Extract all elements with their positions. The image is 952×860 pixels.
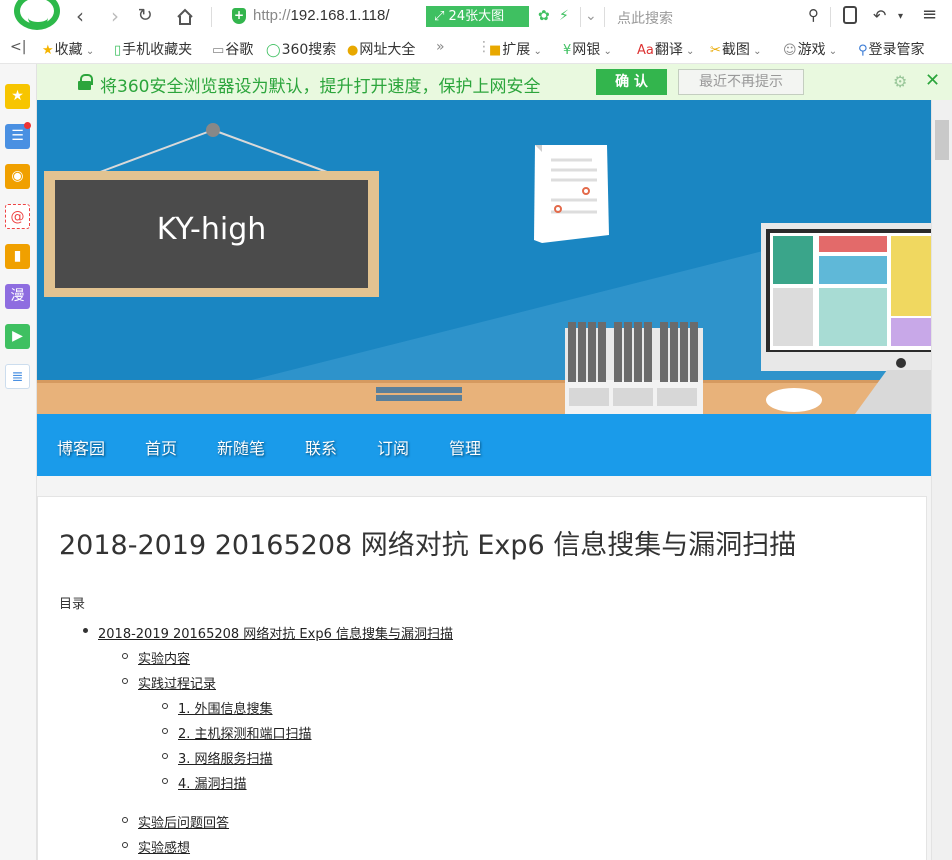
gamepad-icon: ☺ [783,43,797,58]
lock-icon [78,74,93,90]
bullet [162,753,168,759]
bookmarks-bar: <| ★收藏 ⌄ ▯手机收藏夹 ▭谷歌 ◯360搜索 ●网址大全 » ⋮ ■扩展… [0,34,952,64]
speed-mode-icon[interactable]: ✿ [538,8,550,24]
toc-link-step1[interactable]: 1. 外围信息搜集 [178,698,273,717]
scrollbar-thumb[interactable] [935,120,949,160]
chevron-down-icon[interactable]: ⌄ [585,8,597,24]
nav-contact[interactable]: 联系 [305,435,337,459]
back-icon[interactable]: ‹ [68,5,92,29]
left-sidebar: ★ ☰ ◉ @ ▮ 漫 ▶ ≣ [0,64,37,860]
yuan-icon: ¥ [563,43,572,58]
so-icon: ◯ [266,43,281,58]
dont-remind-button[interactable]: 最近不再提示 [678,69,804,95]
bullet [122,817,128,823]
favorites-star-icon[interactable]: ★ [5,84,30,109]
sidebar-toggle-icon[interactable]: <| [10,39,26,55]
toc-label: 目录 [59,597,86,612]
close-icon[interactable]: ✕ [925,70,940,91]
email-icon[interactable]: @ [5,204,30,229]
toc-link-main[interactable]: 2018-2019 20165208 网络对抗 Exp6 信息搜集与漏洞扫描 [98,623,453,642]
web-page: KY-high 博客园 首页 新随笔 联系 订阅 管理 2018-2019 20… [37,100,931,860]
post-card: 2018-2019 20165208 网络对抗 Exp6 信息搜集与漏洞扫描 目… [37,496,927,860]
bullet [162,703,168,709]
toc-link-step2[interactable]: 2. 主机探测和端口扫描 [178,723,312,742]
bookmark-google[interactable]: ▭谷歌 [212,39,253,59]
toc-link-qa[interactable]: 实验后问题回答 [138,812,229,831]
translate-icon: Aa [637,43,654,58]
extensions-menu[interactable]: ■扩展 ⌄ [489,39,542,59]
bullet [122,653,128,659]
comic-icon[interactable]: 漫 [5,284,30,309]
page-icon: ▭ [212,43,225,58]
toc-link-step4[interactable]: 4. 漏洞扫描 [178,773,247,792]
refresh-icon[interactable]: ↻ [133,5,157,29]
weibo-icon[interactable]: ◉ [5,164,30,189]
blog-navigation: 博客园 首页 新随笔 联系 订阅 管理 [37,414,931,476]
screenshot-menu[interactable]: ✂截图 ⌄ [710,39,761,59]
toc-link-thoughts[interactable]: 实验感想 [138,837,190,856]
bullet [122,678,128,684]
star-icon: ★ [42,43,54,58]
blog-banner: KY-high [37,100,931,414]
page-scrollbar[interactable] [931,100,952,860]
bookmark-mobile-favorites[interactable]: ▯手机收藏夹 [114,39,192,59]
more-bookmarks-icon[interactable]: » [436,39,445,55]
login-manager[interactable]: ⚲登录管家 [858,39,925,59]
post-title: 2018-2019 20165208 网络对抗 Exp6 信息搜集与漏洞扫描 [59,530,797,561]
forward-icon[interactable]: › [103,5,127,29]
bullet [122,842,128,848]
games-menu[interactable]: ☺游戏 ⌄ [783,39,837,59]
undo-dropdown-icon[interactable]: ▾ [898,11,903,22]
address-bar[interactable]: http://192.168.1.118/ [253,7,390,24]
bookmark-hao360[interactable]: ●网址大全 [347,39,415,59]
nav-new-post[interactable]: 新随笔 [217,435,265,459]
translate-menu[interactable]: Aa翻译 ⌄ [637,39,694,59]
lightning-icon[interactable]: ⚡ [559,8,569,24]
search-person-icon: ⚲ [858,43,868,58]
search-icon[interactable]: ⚲ [808,6,819,24]
scissors-icon: ✂ [710,43,721,58]
toc-link-step3[interactable]: 3. 网络服务扫描 [178,748,273,767]
nav-manage[interactable]: 管理 [449,435,481,459]
security-shield-icon[interactable]: + [232,8,246,24]
video-icon[interactable]: ▶ [5,324,30,349]
mobile-icon[interactable] [843,6,857,28]
bookmark-360search[interactable]: ◯360搜索 [266,39,336,59]
search-input[interactable]: 点此搜索 [617,8,673,28]
toc-link-content[interactable]: 实验内容 [138,648,190,667]
home-icon[interactable] [173,5,197,29]
bank-menu[interactable]: ¥网银 ⌄ [563,39,612,59]
undo-icon[interactable]: ↶ [873,6,886,25]
bookmark-favorites[interactable]: ★收藏 ⌄ [42,39,94,59]
hao-icon: ● [347,43,359,58]
bullet [83,628,88,633]
bullet [162,728,168,734]
menu-icon[interactable]: ≡ [922,4,937,25]
toc-link-process[interactable]: 实践过程记录 [138,673,216,692]
gear-icon[interactable]: ⚙ [893,72,907,91]
notice-text: 将360安全浏览器设为默认，提升打开速度，保护上网安全 [100,77,541,97]
nav-blog-home[interactable]: 博客园 [57,435,105,459]
default-browser-notice: 将360安全浏览器设为默认，提升打开速度，保护上网安全 确 认 最近不再提示 ⚙… [37,64,952,100]
browser-toolbar: ‹ › ↻ + http://192.168.1.118/ ⤢ 24张大图 ✿ … [0,0,952,34]
book-icon[interactable]: ▮ [5,244,30,269]
big-image-button[interactable]: ⤢ 24张大图 [426,6,529,27]
document-icon[interactable]: ≣ [5,364,30,389]
notification-dot [24,122,31,129]
nav-subscribe[interactable]: 订阅 [377,435,409,459]
chalkboard-title: KY-high [156,212,267,247]
phone-icon: ▯ [114,43,122,58]
nav-home[interactable]: 首页 [145,435,177,459]
browser-logo-icon[interactable] [14,0,60,30]
confirm-button[interactable]: 确 认 [596,69,667,95]
puzzle-icon: ■ [489,43,502,58]
bullet [162,778,168,784]
